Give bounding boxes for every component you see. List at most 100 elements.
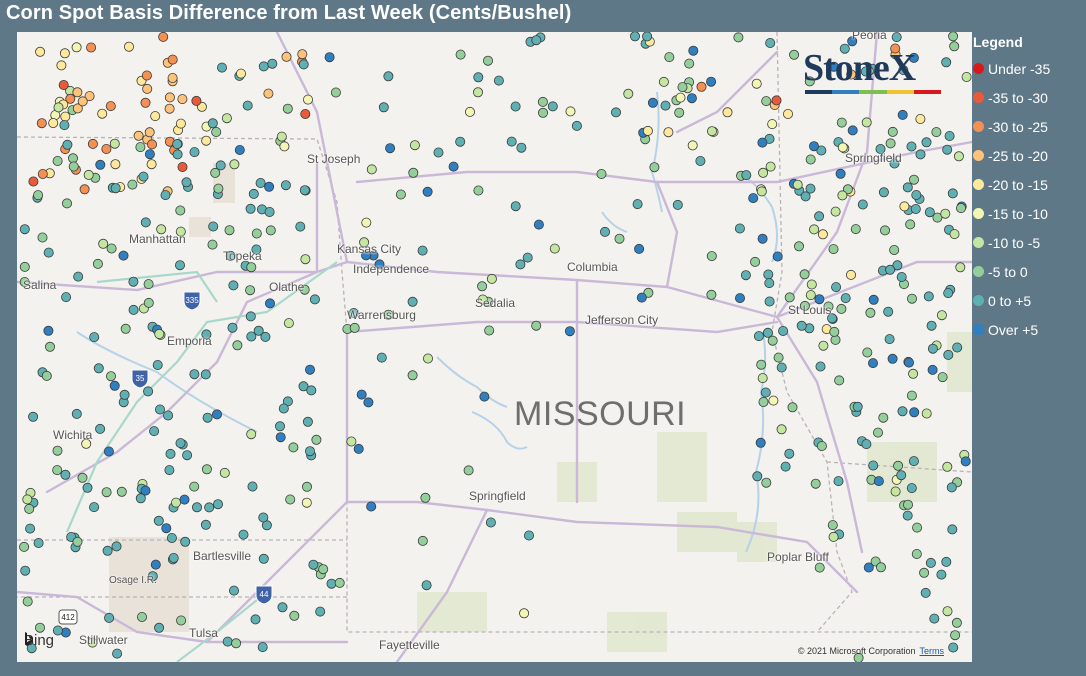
basis-point[interactable] [921, 137, 932, 148]
basis-point[interactable] [873, 476, 884, 487]
basis-point[interactable] [911, 189, 922, 200]
basis-point[interactable] [642, 125, 653, 136]
basis-point[interactable] [805, 290, 816, 301]
basis-point[interactable] [258, 553, 269, 564]
basis-point[interactable] [792, 179, 803, 190]
basis-point[interactable] [857, 199, 868, 210]
basis-point[interactable] [522, 252, 533, 263]
basis-point[interactable] [861, 117, 872, 128]
basis-point[interactable] [118, 250, 129, 261]
basis-point[interactable] [52, 156, 63, 167]
basis-point[interactable] [383, 71, 394, 82]
basis-point[interactable] [903, 499, 914, 510]
basis-point[interactable] [201, 135, 212, 146]
basis-point[interactable] [143, 279, 154, 290]
basis-point[interactable] [660, 100, 671, 111]
basis-point[interactable] [706, 76, 717, 87]
basis-point[interactable] [72, 87, 83, 98]
basis-point[interactable] [688, 45, 699, 56]
basis-point[interactable] [847, 125, 858, 136]
basis-point[interactable] [189, 481, 200, 492]
basis-point[interactable] [897, 406, 908, 417]
basis-point[interactable] [828, 531, 839, 542]
basis-point[interactable] [330, 87, 341, 98]
basis-point[interactable] [896, 470, 907, 481]
basis-point[interactable] [346, 436, 357, 447]
basis-point[interactable] [611, 107, 622, 118]
basis-point[interactable] [686, 93, 697, 104]
basis-point[interactable] [246, 429, 257, 440]
basis-point[interactable] [175, 118, 186, 129]
basis-point[interactable] [127, 179, 138, 190]
basis-point[interactable] [109, 138, 120, 149]
basis-point[interactable] [630, 32, 640, 42]
basis-point[interactable] [722, 107, 733, 118]
basis-point[interactable] [35, 46, 46, 57]
basis-point[interactable] [143, 386, 154, 397]
basis-point[interactable] [942, 461, 953, 472]
basis-point[interactable] [942, 606, 953, 617]
bing-attribution[interactable]: Bing [24, 632, 54, 649]
basis-point[interactable] [908, 456, 919, 467]
basis-point[interactable] [733, 32, 744, 43]
basis-point[interactable] [77, 96, 88, 107]
basis-point[interactable] [219, 467, 230, 478]
basis-point[interactable] [949, 41, 960, 52]
basis-point[interactable] [106, 371, 117, 382]
basis-point[interactable] [25, 523, 36, 534]
basis-point[interactable] [172, 139, 183, 150]
basis-point[interactable] [810, 478, 821, 489]
basis-point[interactable] [144, 149, 155, 160]
basis-point[interactable] [82, 482, 93, 493]
basis-point[interactable] [288, 442, 299, 453]
basis-point[interactable] [482, 55, 493, 66]
basis-point[interactable] [663, 127, 674, 138]
basis-point[interactable] [486, 273, 497, 284]
basis-point[interactable] [455, 136, 466, 147]
basis-point[interactable] [547, 101, 558, 112]
basis-point[interactable] [154, 622, 165, 633]
basis-point[interactable] [878, 187, 889, 198]
basis-point[interactable] [229, 159, 240, 170]
basis-point[interactable] [334, 577, 345, 588]
basis-point[interactable] [135, 493, 146, 504]
basis-point[interactable] [356, 389, 367, 400]
basis-point[interactable] [366, 164, 377, 175]
basis-point[interactable] [177, 161, 188, 172]
basis-point[interactable] [283, 318, 294, 329]
basis-point[interactable] [861, 439, 872, 450]
basis-point[interactable] [887, 353, 898, 364]
basis-point[interactable] [904, 357, 915, 368]
basis-point[interactable] [228, 280, 239, 291]
basis-point[interactable] [953, 151, 964, 162]
basis-point[interactable] [166, 532, 177, 543]
basis-point[interactable] [706, 251, 717, 262]
basis-point[interactable] [696, 81, 707, 92]
basis-point[interactable] [213, 183, 224, 194]
basis-point[interactable] [200, 369, 211, 380]
basis-point[interactable] [264, 206, 275, 217]
basis-point[interactable] [479, 391, 490, 402]
basis-point[interactable] [448, 161, 459, 172]
basis-point[interactable] [805, 154, 816, 165]
basis-point[interactable] [60, 469, 71, 480]
basis-point[interactable] [636, 292, 647, 303]
basis-point[interactable] [22, 494, 33, 505]
basis-point[interactable] [97, 108, 108, 119]
basis-point[interactable] [420, 492, 431, 503]
basis-point[interactable] [510, 101, 521, 112]
basis-point[interactable] [464, 106, 475, 117]
basis-point[interactable] [827, 520, 838, 531]
basis-point[interactable] [255, 177, 266, 188]
basis-point[interactable] [22, 596, 33, 607]
basis-point[interactable] [265, 225, 276, 236]
basis-point[interactable] [862, 347, 873, 358]
basis-point[interactable] [182, 450, 193, 461]
basis-point[interactable] [852, 401, 863, 412]
basis-point[interactable] [783, 109, 794, 120]
basis-point[interactable] [941, 556, 952, 567]
basis-point[interactable] [809, 141, 820, 152]
basis-point[interactable] [61, 292, 72, 303]
basis-point[interactable] [79, 184, 90, 195]
basis-point[interactable] [408, 167, 419, 178]
